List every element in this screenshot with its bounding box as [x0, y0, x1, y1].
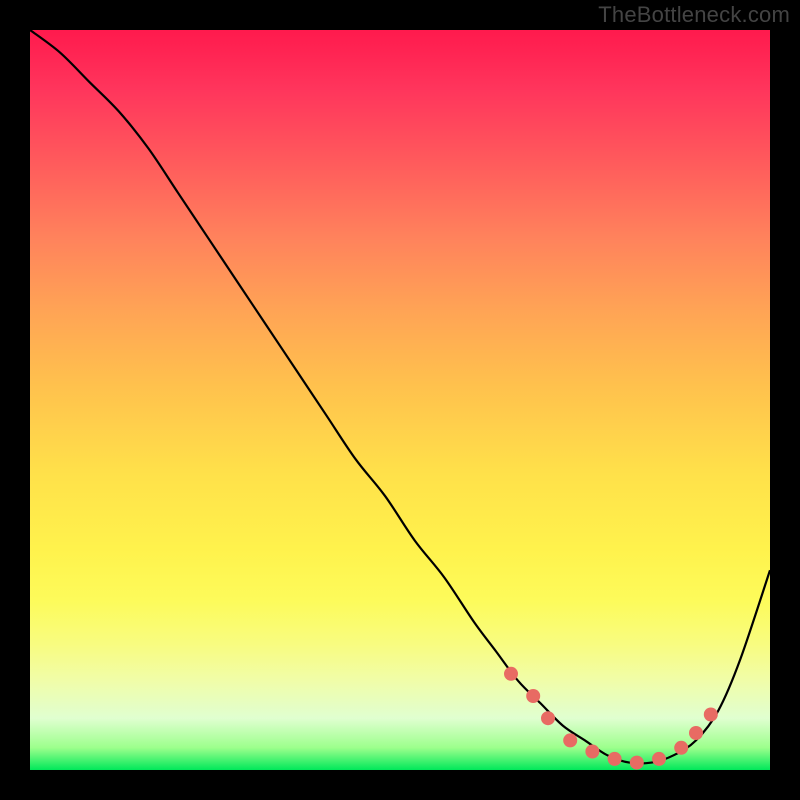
- highlight-dot: [541, 711, 555, 725]
- highlight-dot: [585, 745, 599, 759]
- highlight-dot: [504, 667, 518, 681]
- highlight-dot: [652, 752, 666, 766]
- highlight-dot: [704, 708, 718, 722]
- highlight-dot: [526, 689, 540, 703]
- chart-frame: TheBottleneck.com: [0, 0, 800, 800]
- plot-area: [30, 30, 770, 770]
- highlight-dots: [504, 667, 718, 770]
- bottleneck-curve-path: [30, 30, 770, 764]
- highlight-dot: [630, 756, 644, 770]
- curve-svg: [30, 30, 770, 770]
- highlight-dot: [689, 726, 703, 740]
- watermark-text: TheBottleneck.com: [598, 2, 790, 28]
- highlight-dot: [608, 752, 622, 766]
- highlight-dot: [674, 741, 688, 755]
- highlight-dot: [563, 733, 577, 747]
